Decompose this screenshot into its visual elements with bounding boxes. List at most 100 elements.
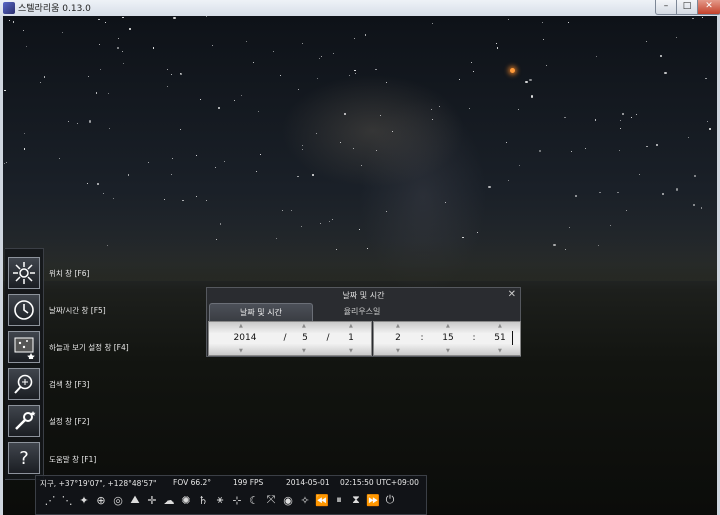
- sky-view-window-button[interactable]: [8, 331, 40, 363]
- date-separator: /: [283, 333, 287, 343]
- constellation-art-button[interactable]: ✦: [76, 491, 92, 509]
- atmosphere-button[interactable]: ☁: [161, 491, 177, 509]
- month-field[interactable]: 5: [297, 333, 313, 343]
- star: [200, 98, 201, 100]
- star: [180, 129, 181, 131]
- hour-up-arrow[interactable]: ▲: [396, 323, 400, 329]
- star: [333, 52, 335, 54]
- star: [575, 195, 577, 197]
- settings-window-button[interactable]: [8, 405, 40, 437]
- help-window-button[interactable]: ?: [8, 442, 40, 474]
- clock-icon: [14, 300, 34, 320]
- year-up-arrow[interactable]: ▲: [239, 323, 243, 329]
- cardinal-points-icon: ✛: [147, 493, 157, 507]
- equatorial-mount-button[interactable]: ⚹: [212, 491, 228, 509]
- cardinal-points-button[interactable]: ✛: [144, 491, 160, 509]
- star: [22, 30, 24, 32]
- constellation-lines-button[interactable]: ⋰: [42, 491, 58, 509]
- full-screen-button[interactable]: ⤧: [263, 491, 279, 509]
- minimize-button[interactable]: –: [655, 0, 677, 15]
- hour-field[interactable]: 2: [390, 333, 406, 343]
- star: [496, 43, 497, 45]
- star: [386, 211, 388, 213]
- equatorial-grid-button[interactable]: ⊕: [93, 491, 109, 509]
- day-field[interactable]: 1: [343, 333, 359, 343]
- search-window-button[interactable]: [8, 368, 40, 400]
- day-up-arrow[interactable]: ▲: [349, 323, 353, 329]
- search-icon: [14, 374, 33, 394]
- planets-labels-button[interactable]: ♄: [195, 491, 211, 509]
- pause-button[interactable]: ⏸: [331, 491, 347, 509]
- location-window-button[interactable]: [8, 257, 40, 289]
- second-down-arrow[interactable]: ▼: [498, 348, 502, 354]
- planet-mars[interactable]: [510, 68, 515, 73]
- star: [353, 147, 354, 149]
- close-window-button[interactable]: ✕: [697, 0, 720, 15]
- star: [530, 95, 533, 98]
- star: [117, 47, 119, 49]
- constellation-labels-button[interactable]: ⋱: [59, 491, 75, 509]
- star: [529, 78, 532, 81]
- datetime-window-button[interactable]: [8, 294, 40, 326]
- star: [360, 164, 363, 166]
- current-time-button[interactable]: ⧗: [348, 491, 364, 509]
- center-object-button[interactable]: ⊹: [229, 491, 245, 509]
- azimuthal-grid-button[interactable]: ◎: [110, 491, 126, 509]
- ocular-button[interactable]: ◉: [280, 491, 296, 509]
- star: [281, 210, 283, 212]
- decrease-speed-button[interactable]: ⏪: [314, 491, 330, 509]
- star: [488, 185, 491, 188]
- star: [619, 119, 622, 121]
- star: [708, 128, 711, 131]
- star: [472, 70, 474, 72]
- day-down-arrow[interactable]: ▼: [349, 348, 353, 354]
- star: [545, 65, 548, 67]
- star: [470, 61, 472, 63]
- star: [3, 162, 5, 164]
- nebulae-button[interactable]: ✺: [178, 491, 194, 509]
- center-object-icon: ⊹: [232, 493, 242, 507]
- star: [23, 148, 26, 150]
- star: [391, 130, 393, 132]
- star: [635, 113, 637, 115]
- decrease-speed-icon: ⏪: [315, 493, 329, 507]
- star: [638, 173, 641, 176]
- star: [98, 18, 100, 21]
- sky-view[interactable]: [3, 16, 717, 515]
- dialog-close-button[interactable]: ✕: [508, 289, 516, 300]
- star: [320, 56, 322, 58]
- month-up-arrow[interactable]: ▲: [302, 323, 306, 329]
- month-down-arrow[interactable]: ▼: [302, 348, 306, 354]
- star: [148, 161, 150, 163]
- star: [109, 128, 111, 130]
- maximize-button[interactable]: □: [676, 0, 698, 15]
- star: [97, 182, 100, 185]
- star: [25, 45, 27, 48]
- hour-down-arrow[interactable]: ▼: [396, 348, 400, 354]
- star: [218, 106, 221, 109]
- dialog-title: 날짜 및 시간: [342, 291, 385, 300]
- star: [68, 121, 70, 122]
- year-down-arrow[interactable]: ▼: [239, 348, 243, 354]
- tab-julian-day[interactable]: 율리우스일: [317, 303, 407, 320]
- second-up-arrow[interactable]: ▲: [498, 323, 502, 329]
- second-field[interactable]: 51: [490, 333, 510, 343]
- bottom-button-row: ⋰ ⋱ ✦ ⊕ ◎ ⛰ ✛ ☁ ✺ ♄ ⚹ ⊹ ☾ ⤧ ◉ ✧ ⏪ ⏸ ⧗ ⏩ ⏻: [42, 491, 398, 511]
- star: [375, 149, 377, 151]
- star: [702, 17, 704, 19]
- year-field[interactable]: 2014: [227, 333, 263, 343]
- star: [62, 32, 63, 33]
- tab-datetime[interactable]: 날짜 및 시간: [209, 303, 313, 321]
- minute-down-arrow[interactable]: ▼: [446, 348, 450, 354]
- increase-speed-button[interactable]: ⏩: [365, 491, 381, 509]
- minute-up-arrow[interactable]: ▲: [446, 323, 450, 329]
- minute-field[interactable]: 15: [438, 333, 458, 343]
- star: [88, 75, 89, 77]
- satellites-button[interactable]: ✧: [297, 491, 313, 509]
- ground-button[interactable]: ⛰: [127, 491, 143, 509]
- star: [297, 89, 299, 91]
- quit-button[interactable]: ⏻: [382, 491, 398, 509]
- star: [630, 117, 632, 118]
- night-mode-button[interactable]: ☾: [246, 491, 262, 509]
- star: [257, 110, 259, 113]
